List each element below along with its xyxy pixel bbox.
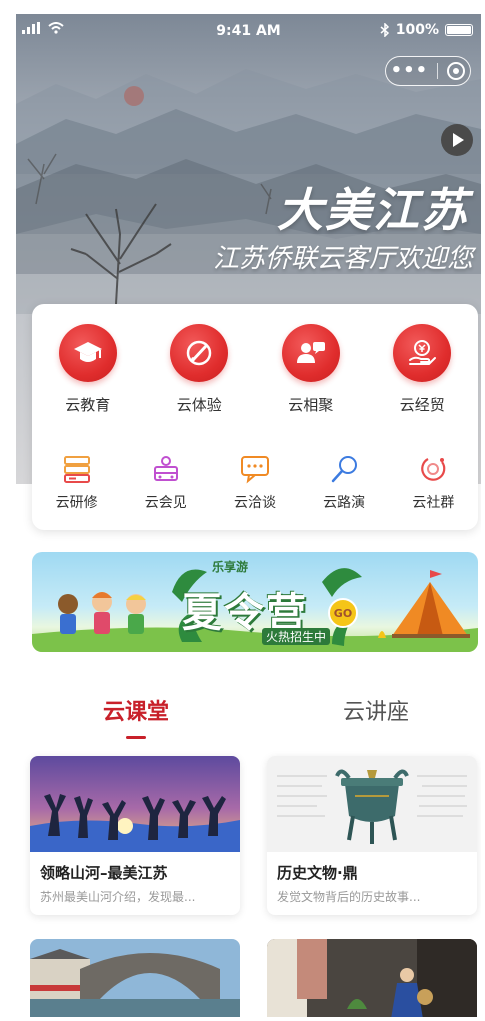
- tab-cloud-lecture[interactable]: 云讲座: [296, 694, 456, 726]
- menu-item-experience[interactable]: 云体验: [144, 324, 256, 415]
- menu-label: 云相聚: [288, 396, 334, 414]
- menu-label: 云研修: [55, 495, 98, 511]
- menu-item-community[interactable]: 云社群: [389, 454, 478, 512]
- service-menu-card: 云教育 云体验 云相聚 云经贸 云研修 云会见 云洽谈 云路演 云社群: [32, 304, 478, 530]
- course-description: 发觉文物背后的历史故事...: [277, 890, 421, 904]
- graduation-cap-icon: [58, 324, 117, 382]
- bluetooth-icon: [380, 23, 389, 37]
- brush-icon: [170, 324, 229, 382]
- status-bar: 9:41 AM 100%: [16, 14, 481, 48]
- battery-percent: 100%: [395, 22, 439, 38]
- more-menu-button[interactable]: •••: [391, 62, 429, 80]
- menu-label: 云路演: [323, 495, 366, 511]
- yen-hand-icon: [393, 324, 452, 382]
- mini-program-capsule: •••: [385, 56, 471, 86]
- menu-label: 云体验: [176, 396, 222, 414]
- menu-item-study[interactable]: 云研修: [32, 454, 121, 512]
- primary-menu-row: 云教育 云体验 云相聚 云经贸: [32, 324, 478, 415]
- course-title: 历史文物·鼎: [277, 864, 358, 882]
- menu-label: 云经贸: [399, 396, 445, 414]
- course-card[interactable]: 历史文物·鼎 发觉文物背后的历史故事...: [267, 756, 477, 915]
- layers-icon: [63, 456, 90, 483]
- content-tabs: 云课堂 云讲座: [16, 694, 481, 744]
- course-thumbnail: [267, 756, 477, 852]
- status-right: 100%: [380, 22, 473, 38]
- menu-item-trade[interactable]: 云经贸: [367, 324, 479, 415]
- course-thumbnail: [30, 756, 240, 852]
- menu-item-roadshow[interactable]: 云路演: [300, 454, 389, 512]
- hero-subtitle: 江苏侨联云客厅欢迎您: [212, 244, 473, 274]
- menu-item-gathering[interactable]: 云相聚: [255, 324, 367, 415]
- menu-item-negotiation[interactable]: 云洽谈: [210, 454, 299, 512]
- close-target-icon[interactable]: [447, 62, 466, 80]
- menu-label: 云社群: [412, 495, 455, 511]
- people-chat-icon: [281, 324, 340, 382]
- capsule-divider: [437, 63, 439, 79]
- community-icon: [421, 458, 446, 481]
- course-description: 苏州最美山河介绍，发现最...: [40, 890, 196, 904]
- play-music-button[interactable]: [441, 124, 473, 156]
- meeting-icon: [153, 456, 178, 481]
- chat-icon: [240, 456, 269, 484]
- menu-label: 云教育: [65, 396, 111, 414]
- secondary-menu-row: 云研修 云会见 云洽谈 云路演 云社群: [32, 454, 478, 512]
- phone-screen: 9:41 AM 100% ••• 大美江苏 江苏侨联云客厅欢迎您 云教育 云体验…: [16, 14, 481, 1017]
- battery-icon: [445, 24, 473, 36]
- summer-camp-banner[interactable]: 乐享游 夏令营 火热招生中 GO: [32, 552, 478, 652]
- menu-label: 云会见: [144, 495, 187, 511]
- hero-title: 大美江苏: [277, 183, 469, 237]
- microphone-icon: [331, 456, 358, 483]
- menu-item-education[interactable]: 云教育: [32, 324, 144, 415]
- banner-subtitle: 火热招生中: [262, 628, 331, 645]
- course-thumbnail-bridge[interactable]: [30, 939, 240, 1017]
- banner-top-text: 乐享游: [212, 560, 249, 574]
- course-thumbnail-musician[interactable]: [267, 939, 477, 1017]
- course-card[interactable]: 领略山河–最美江苏 苏州最美山河介绍，发现最...: [30, 756, 240, 915]
- menu-label: 云洽谈: [233, 495, 276, 511]
- banner-go-button[interactable]: GO: [328, 598, 358, 628]
- tab-cloud-classroom[interactable]: 云课堂: [56, 694, 216, 726]
- active-tab-indicator: [126, 736, 146, 739]
- menu-item-meeting[interactable]: 云会见: [121, 454, 210, 512]
- course-title: 领略山河–最美江苏: [40, 864, 168, 882]
